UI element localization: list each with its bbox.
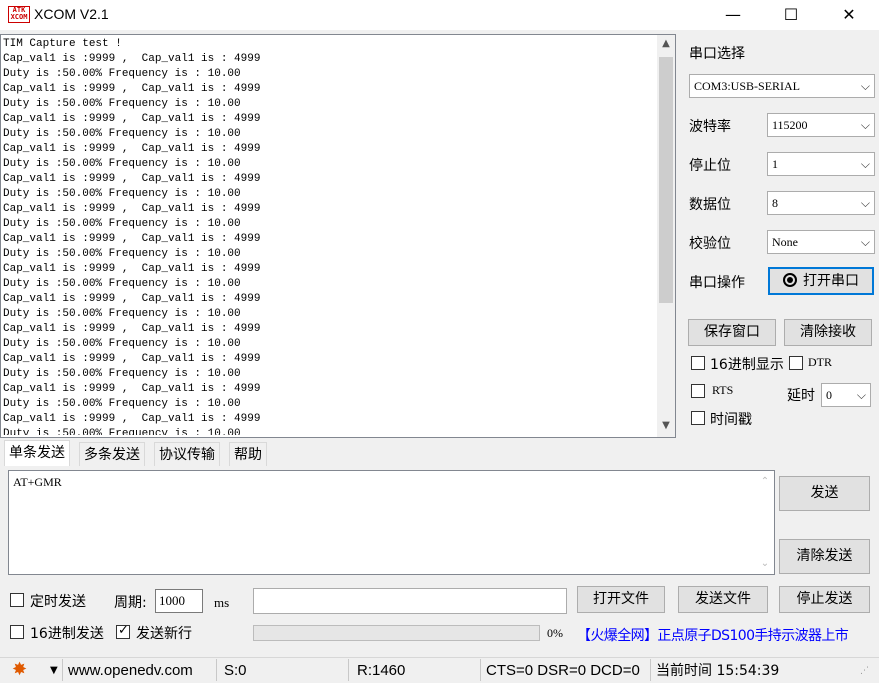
data-bits-select[interactable]: 8 ⌵ xyxy=(767,191,875,215)
tab-protocol[interactable]: 协议传输 xyxy=(154,442,220,466)
parity-value: None xyxy=(772,235,798,249)
port-value: COM3:USB-SERIAL xyxy=(694,79,801,93)
baud-value: 115200 xyxy=(772,118,808,132)
receive-scrollbar[interactable]: ▲ ▼ xyxy=(657,35,675,437)
timestamp-label: 时间戳 xyxy=(710,412,752,428)
received-count: R:1460 xyxy=(357,662,406,679)
scroll-thumb[interactable] xyxy=(659,57,673,303)
open-port-label: 打开串口 xyxy=(803,273,859,289)
port-op-label: 串口操作 xyxy=(689,275,745,291)
tab-help[interactable]: 帮助 xyxy=(229,442,267,466)
send-button[interactable]: 发送 xyxy=(779,476,870,511)
send-newline-checkbox[interactable] xyxy=(116,623,130,639)
status-separator xyxy=(650,659,651,681)
tab-multi-send[interactable]: 多条发送 xyxy=(79,442,145,466)
scroll-down-arrow-icon[interactable]: ▼ xyxy=(657,417,675,435)
record-icon xyxy=(783,273,797,287)
port-select[interactable]: COM3:USB-SERIAL ⌵ xyxy=(689,74,875,98)
file-path-input[interactable] xyxy=(253,588,567,614)
dtr-checkbox[interactable] xyxy=(789,356,803,370)
chevron-down-icon: ⌵ xyxy=(860,235,870,249)
hex-display-label: 16进制显示 xyxy=(710,357,784,373)
sent-count: S:0 xyxy=(224,662,247,679)
progress-text: 0% xyxy=(547,626,563,640)
rts-label: RTS xyxy=(712,383,734,397)
baud-select[interactable]: 115200 ⌵ xyxy=(767,113,875,137)
maximize-button[interactable]: ☐ xyxy=(768,0,814,30)
chevron-down-icon: ⌵ xyxy=(860,79,870,93)
scroll-down-arrow-icon[interactable]: ⌄ xyxy=(756,555,774,573)
tab-single-send[interactable]: 单条发送 xyxy=(4,440,70,466)
app-logo-icon: ATK XCOM xyxy=(8,6,30,23)
window-title: XCOM V2.1 xyxy=(34,6,109,22)
period-label: 周期: xyxy=(114,595,147,611)
status-separator xyxy=(348,659,349,681)
current-time: 当前时间 15:54:39 xyxy=(656,663,780,679)
open-port-button[interactable]: 打开串口 xyxy=(768,267,874,295)
clear-send-button[interactable]: 清除发送 xyxy=(779,539,870,574)
stop-bits-select[interactable]: 1 ⌵ xyxy=(767,152,875,176)
save-window-button[interactable]: 保存窗口 xyxy=(688,319,776,346)
timed-send-checkbox[interactable] xyxy=(10,593,24,607)
stop-send-button[interactable]: 停止发送 xyxy=(779,586,870,613)
send-progress-bar xyxy=(253,625,540,641)
hex-send-checkbox[interactable] xyxy=(10,625,24,639)
stop-bits-label: 停止位 xyxy=(689,158,731,174)
promo-link[interactable]: 【火爆全网】正点原子DS100手持示波器上市 xyxy=(577,625,872,645)
chevron-down-icon: ⌵ xyxy=(860,118,870,132)
timestamp-checkbox[interactable] xyxy=(691,411,705,425)
send-newline-label: 发送新行 xyxy=(136,626,192,642)
data-bits-label: 数据位 xyxy=(689,197,731,213)
send-scrollbar[interactable]: ⌃ ⌄ xyxy=(756,471,774,574)
website-link[interactable]: www.openedv.com xyxy=(68,662,193,680)
status-separator xyxy=(216,659,217,681)
delay-select[interactable]: 0 ⌵ xyxy=(821,383,871,407)
gear-icon[interactable]: ✸ xyxy=(12,659,27,681)
minimize-button[interactable]: — xyxy=(710,0,756,30)
baud-label: 波特率 xyxy=(689,119,731,135)
xcom-window: ATK XCOM XCOM V2.1 — ☐ ✕ TIM Capture test… xyxy=(0,0,879,683)
stop-bits-value: 1 xyxy=(772,157,778,171)
parity-select[interactable]: None ⌵ xyxy=(767,230,875,254)
dtr-label: DTR xyxy=(808,355,832,369)
close-button[interactable]: ✕ xyxy=(826,0,872,30)
chevron-down-icon: ⌵ xyxy=(860,157,870,171)
delay-label: 延时 xyxy=(787,388,815,404)
delay-value: 0 xyxy=(826,388,832,402)
send-text: AT+GMR xyxy=(13,475,62,489)
scroll-up-arrow-icon[interactable]: ▲ xyxy=(657,35,675,53)
dropdown-arrow-icon[interactable]: ▼ xyxy=(50,663,58,679)
scroll-up-arrow-icon[interactable]: ⌃ xyxy=(756,473,774,491)
chevron-down-icon: ⌵ xyxy=(860,196,870,210)
send-input[interactable]: AT+GMR ⌃ ⌄ xyxy=(8,470,775,575)
line-status: CTS=0 DSR=0 DCD=0 xyxy=(486,662,640,679)
hex-send-label: 16进制发送 xyxy=(30,626,104,642)
period-input[interactable]: 1000 xyxy=(155,589,203,613)
status-separator xyxy=(62,659,63,681)
timed-send-label: 定时发送 xyxy=(30,594,86,610)
parity-label: 校验位 xyxy=(689,236,731,252)
send-file-button[interactable]: 发送文件 xyxy=(678,586,768,613)
port-label: 串口选择 xyxy=(689,46,745,62)
receive-area[interactable]: TIM Capture test ! Cap_val1 is :9999 , C… xyxy=(0,34,676,438)
clear-receive-button[interactable]: 清除接收 xyxy=(784,319,872,346)
receive-text: TIM Capture test ! Cap_val1 is :9999 , C… xyxy=(3,38,261,435)
hex-display-checkbox[interactable] xyxy=(691,356,705,370)
rts-checkbox[interactable] xyxy=(691,384,705,398)
chevron-down-icon: ⌵ xyxy=(856,388,866,402)
status-separator xyxy=(480,659,481,681)
data-bits-value: 8 xyxy=(772,196,778,210)
period-unit: ms xyxy=(214,595,230,610)
resize-grip-icon[interactable]: ⋰ xyxy=(860,666,869,676)
open-file-button[interactable]: 打开文件 xyxy=(577,586,665,613)
